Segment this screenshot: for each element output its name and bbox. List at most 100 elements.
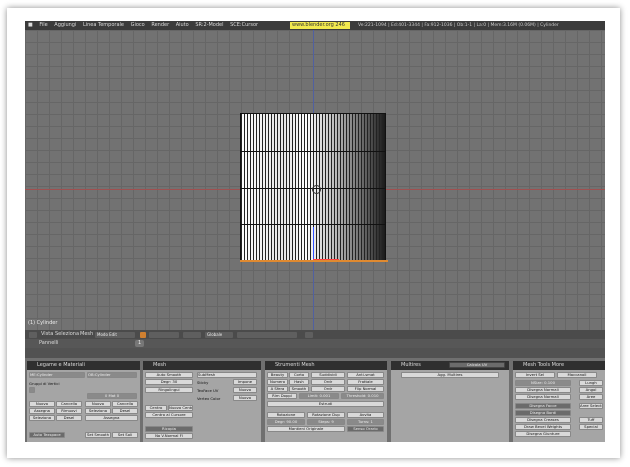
uv-new-button[interactable]: Nuovo bbox=[233, 387, 257, 393]
menu-file[interactable]: File bbox=[39, 21, 47, 30]
material-new-button[interactable]: Nuovo bbox=[85, 401, 111, 407]
menu-render[interactable]: Render bbox=[151, 21, 169, 30]
beauty-toggle[interactable]: Beauty bbox=[267, 372, 288, 378]
vgroup-assign-button[interactable]: Assegna bbox=[29, 408, 55, 414]
3d-viewport[interactable]: (1) Cylinder bbox=[25, 30, 605, 330]
manipulator-x-icon[interactable] bbox=[313, 259, 339, 260]
material-delete-button[interactable]: Cancella bbox=[112, 401, 138, 407]
maccanoll-button[interactable]: Maccanoll bbox=[557, 372, 597, 378]
vgroup-deselect-button[interactable]: Desel bbox=[56, 415, 82, 421]
renumber-button[interactable]: Ringolingui bbox=[145, 387, 193, 393]
tab-uv-calc[interactable]: Calcola UV bbox=[449, 362, 505, 368]
smooth-button[interactable]: Smooth bbox=[289, 386, 309, 392]
render-icon[interactable] bbox=[305, 331, 313, 338]
menu-game[interactable]: Gioco bbox=[131, 21, 145, 30]
tuff-toggle[interactable]: Tuff bbox=[579, 417, 603, 423]
screw-button[interactable]: Avvita bbox=[347, 412, 384, 418]
normal-size-field[interactable]: NSize: 0.100 bbox=[515, 380, 571, 386]
edge-angle-toggle[interactable]: Angol bbox=[579, 387, 603, 393]
menu-mesh[interactable]: Mesh bbox=[80, 330, 93, 339]
auto-texspace-button[interactable]: Auto Texspace bbox=[29, 432, 65, 438]
screen-selector[interactable]: SR:2-Model bbox=[195, 21, 223, 30]
view-buttons[interactable] bbox=[149, 331, 179, 338]
select-mode-buttons[interactable] bbox=[237, 331, 297, 338]
draw-bevel-weights-toggle[interactable]: Draw Bevel Weights bbox=[515, 424, 571, 430]
invert-selection-button[interactable]: Invert Sel bbox=[515, 372, 555, 378]
set-solid-button[interactable]: Set Soli bbox=[112, 432, 138, 438]
material-assign-button[interactable]: Assegna bbox=[85, 415, 138, 421]
spin-dup-button[interactable]: Rotazione Dup bbox=[307, 412, 345, 418]
face-area-toggle[interactable]: Aree bbox=[579, 394, 603, 400]
panels-menu[interactable]: Pannelli bbox=[39, 340, 58, 346]
number-button[interactable]: Numero bbox=[267, 379, 288, 385]
draw-type-icon[interactable] bbox=[140, 331, 146, 338]
draw-vnormals-toggle[interactable]: Disegna Normali bbox=[515, 394, 571, 400]
menu-view[interactable]: Vista bbox=[41, 330, 53, 339]
page-number[interactable]: 1 bbox=[135, 340, 145, 347]
special-toggle[interactable]: Special bbox=[579, 424, 603, 430]
draw-creases-toggle[interactable]: Disegna Creases bbox=[515, 417, 571, 423]
pivot-buttons[interactable] bbox=[183, 331, 201, 338]
scene-selector[interactable]: SCE:Cursor bbox=[230, 21, 258, 30]
menu-add[interactable]: Aggiungi bbox=[54, 21, 76, 30]
vgroup-select-button[interactable]: Seleziona bbox=[29, 415, 55, 421]
blender-icon[interactable]: ■ bbox=[28, 21, 33, 30]
orientation-selector[interactable]: Globale bbox=[205, 331, 233, 338]
to-sphere-button[interactable]: A Sfera bbox=[267, 386, 288, 392]
edge-loop bbox=[241, 151, 385, 152]
texmesh-field[interactable]: Ricopia bbox=[145, 426, 193, 432]
ordr-button[interactable]: Ordr bbox=[311, 379, 345, 385]
hash-button[interactable]: Hash bbox=[289, 379, 309, 385]
mode-selector[interactable]: Modo Edit bbox=[95, 331, 135, 338]
steps-field[interactable]: Steps: 9 bbox=[307, 419, 345, 425]
manipulator-z-icon[interactable] bbox=[313, 227, 314, 259]
editor-type-icon[interactable] bbox=[29, 331, 37, 338]
no-vnormal-flip-toggle[interactable]: No V.Normal Fl bbox=[145, 433, 193, 439]
subdivide-button[interactable]: Suddividi bbox=[311, 372, 345, 378]
auto-smooth-toggle[interactable]: Auto Smooth bbox=[145, 372, 193, 378]
vgroup-delete-button[interactable]: Cancella bbox=[56, 401, 82, 407]
edge-length-toggle[interactable]: Lungh bbox=[579, 380, 603, 386]
mesh-datablock[interactable]: ME:Cylinder bbox=[29, 372, 85, 378]
threshold-field[interactable]: Threshold: 0.010 bbox=[341, 393, 384, 399]
draw-seams-toggle[interactable]: Disegna Giunture bbox=[515, 431, 571, 437]
add-multires-button[interactable]: Agg. Multires bbox=[401, 372, 499, 378]
menu-timeline[interactable]: Linea Temporale bbox=[83, 21, 124, 30]
vcol-new-button[interactable]: Nuovo bbox=[233, 395, 257, 401]
material-index[interactable]: 0 Mat 0 bbox=[87, 393, 137, 399]
vgroup-remove-button[interactable]: Rimuovi bbox=[56, 408, 82, 414]
menu-select[interactable]: Seleziona bbox=[55, 330, 79, 339]
menu-help[interactable]: Aiuto bbox=[176, 21, 189, 30]
center-button[interactable]: Centro bbox=[145, 405, 167, 411]
flip-normals-button[interactable]: Flip Normal bbox=[347, 386, 384, 392]
center-cursor-button[interactable]: Centro al Cursore bbox=[145, 412, 193, 418]
center-new-button[interactable]: Nuovo Centro bbox=[168, 405, 193, 411]
draw-faces-toggle[interactable]: Disegna Facce bbox=[515, 403, 571, 409]
short-toggle[interactable]: Corto bbox=[289, 372, 309, 378]
draw-edges-toggle[interactable]: Disegna Bordi bbox=[515, 410, 571, 416]
subsurf-field[interactable]: SubMesh bbox=[197, 372, 257, 378]
clockwise-toggle[interactable]: Senso Orario bbox=[347, 426, 384, 432]
fractal-button[interactable]: Frattale bbox=[347, 379, 384, 385]
vgroup-selector[interactable] bbox=[29, 387, 35, 393]
degr-spin-field[interactable]: Degr: 90.00 bbox=[267, 419, 305, 425]
set-smooth-button[interactable]: Set Smooth bbox=[85, 432, 111, 438]
limit-field[interactable]: Limit: 0.001 bbox=[299, 393, 339, 399]
draw-normals-toggle[interactable]: Disegna Normali bbox=[515, 387, 571, 393]
viewport-header: Vista Seleziona Mesh Modo Edit Globale bbox=[25, 330, 605, 339]
sticky-button[interactable]: Impone bbox=[233, 379, 257, 385]
keep-original-toggle[interactable]: Mantieni Originale bbox=[267, 426, 345, 432]
selected-areas-toggle[interactable]: Aree Selecte bbox=[579, 403, 603, 409]
spin-button[interactable]: Rotazione bbox=[267, 412, 305, 418]
anti-smat-button[interactable]: Anti-smat bbox=[347, 372, 384, 378]
object-datablock[interactable]: OB:Cylinder bbox=[87, 372, 137, 378]
material-deselect-button[interactable]: Desel bbox=[112, 408, 138, 414]
blender-url-badge[interactable]: www.blender.org 246 bbox=[290, 22, 350, 29]
vgroup-new-button[interactable]: Nuovo bbox=[29, 401, 55, 407]
turns-field[interactable]: Turns: 1 bbox=[347, 419, 384, 425]
degr-field[interactable]: Degr: 30 bbox=[145, 379, 193, 385]
material-select-button[interactable]: Seleziona bbox=[85, 408, 111, 414]
extrude-button[interactable]: Estrudi bbox=[267, 401, 384, 407]
remove-doubles-button[interactable]: Rim Doppi bbox=[267, 393, 297, 399]
ordr-button-2[interactable]: Ordr bbox=[311, 386, 345, 392]
